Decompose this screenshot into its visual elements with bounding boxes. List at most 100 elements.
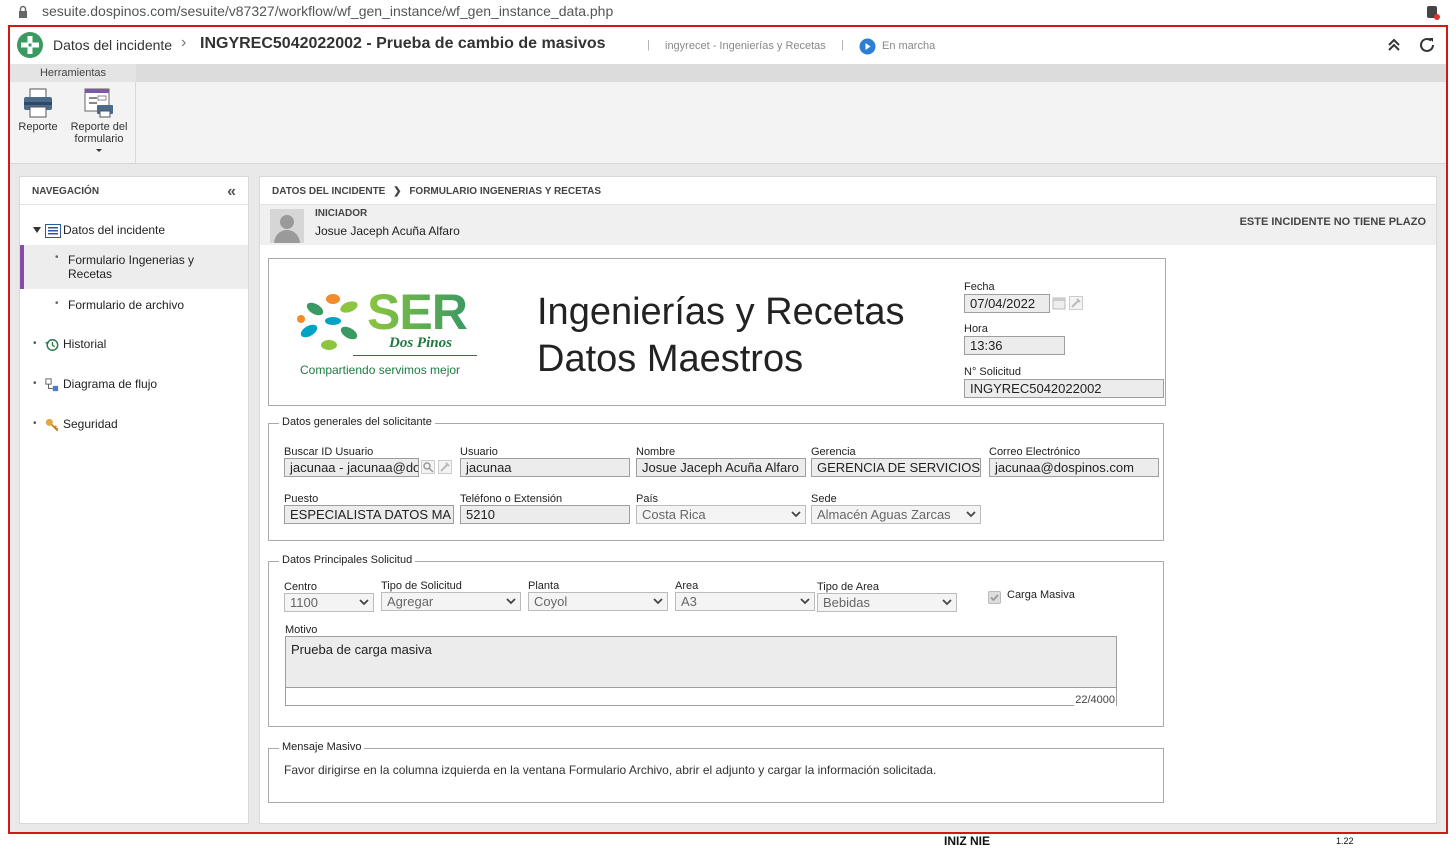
motivo-textarea[interactable]: Prueba de carga masiva 22/4000 xyxy=(285,636,1117,706)
deadline-note: ESTE INCIDENTE NO TIENE PLAZO xyxy=(1239,216,1426,228)
clear-field-icon[interactable] xyxy=(1069,296,1083,310)
buscar-label: Buscar ID Usuario xyxy=(284,446,374,458)
nombre-label: Nombre xyxy=(636,446,676,458)
collapse-up-icon[interactable] xyxy=(1386,37,1402,53)
puesto-field[interactable]: ESPECIALISTA DATOS MA xyxy=(284,505,454,524)
url-text[interactable]: sesuite.dospinos.com/sesuite/v87327/work… xyxy=(42,3,613,19)
chevron-down-icon xyxy=(966,511,976,518)
nav-label: Datos del incidente xyxy=(63,223,166,237)
extension-icon[interactable] xyxy=(1426,4,1440,20)
divider: | xyxy=(841,39,844,51)
chevron-down-icon xyxy=(791,511,801,518)
nav-item-file-form[interactable]: • Formulario de archivo xyxy=(20,297,248,317)
sede-select[interactable]: Almacén Aguas Zarcas xyxy=(811,505,981,524)
logo-underline xyxy=(353,355,477,356)
list-icon xyxy=(45,224,61,238)
content-panel: DATOS DEL INCIDENTE ❯ FORMULARIO INGENER… xyxy=(259,176,1437,824)
tipo-solicitud-select[interactable]: Agregar xyxy=(381,592,521,611)
gerencia-field[interactable]: GERENCIA DE SERVICIOS xyxy=(811,458,981,477)
buscar-field[interactable]: jacunaa - jacunaa@dos xyxy=(284,458,419,477)
area-select[interactable]: A3 xyxy=(675,592,815,611)
carga-masiva-checkbox[interactable] xyxy=(988,591,1001,604)
chevron-down-icon xyxy=(359,599,369,606)
content-breadcrumb: DATOS DEL INCIDENTE ❯ FORMULARIO INGENER… xyxy=(260,177,1436,205)
section-applicant: Datos generales del solicitante Buscar I… xyxy=(268,416,1164,541)
char-counter: 22/4000 xyxy=(1074,694,1116,706)
nav-label: Diagrama de flujo xyxy=(63,377,158,391)
usuario-field[interactable]: jacunaa xyxy=(460,458,630,477)
solicitud-field[interactable]: INGYREC5042022002 xyxy=(964,379,1164,398)
fecha-field[interactable]: 07/04/2022 xyxy=(964,294,1050,313)
telefono-field[interactable]: 5210 xyxy=(460,505,630,524)
breadcrumb-form[interactable]: FORMULARIO INGENERIAS Y RECETAS xyxy=(409,186,601,197)
carga-masiva-label: Carga Masiva xyxy=(1007,589,1075,601)
report-button[interactable]: Reporte xyxy=(14,88,62,133)
motivo-label: Motivo xyxy=(285,624,318,636)
planta-label: Planta xyxy=(528,580,560,592)
sede-label: Sede xyxy=(811,493,837,505)
navigation-panel: NAVEGACIÓN « Datos del incidente • Formu… xyxy=(19,176,249,824)
play-status-icon xyxy=(859,38,876,55)
bullet: • xyxy=(33,418,37,429)
correo-field[interactable]: jacunaa@dospinos.com xyxy=(989,458,1159,477)
page-title: INGYREC5042022002 - Prueba de cambio de … xyxy=(200,35,606,52)
pais-value: Costa Rica xyxy=(642,507,706,522)
dropdown-arrow-icon[interactable] xyxy=(95,148,103,154)
hora-label: Hora xyxy=(964,323,988,335)
chevron-right-icon: ❯ xyxy=(393,186,402,197)
clear-field-icon[interactable] xyxy=(438,460,452,474)
breadcrumb-incident[interactable]: Datos del incidente xyxy=(53,37,172,53)
breadcrumb-incident-data[interactable]: DATOS DEL INCIDENTE xyxy=(272,186,385,197)
initiator-bar: INICIADOR Josue Jaceph Acuña Alfaro ESTE… xyxy=(260,205,1436,245)
tipo-area-select[interactable]: Bebidas xyxy=(817,593,957,612)
mass-message-text: Favor dirigirse en la columna izquierda … xyxy=(284,763,937,777)
chevron-down-icon xyxy=(800,598,810,605)
browser-address-bar: sesuite.dospinos.com/sesuite/v87327/work… xyxy=(0,0,1456,24)
navigation-header: NAVEGACIÓN « xyxy=(20,177,248,205)
search-icon[interactable] xyxy=(421,460,435,474)
printer-icon xyxy=(24,88,52,118)
section-main-request: Datos Principales Solicitud Centro 1100 … xyxy=(268,554,1164,727)
solicitud-label: N° Solicitud xyxy=(964,366,1021,378)
ser-logo: SER Dos Pinos Compartiendo servimos mejo… xyxy=(293,284,483,381)
section-applicant-title: Datos generales del solicitante xyxy=(279,416,435,428)
report-label: Reporte xyxy=(18,121,58,133)
tipo-area-label: Tipo de Area xyxy=(817,581,879,593)
motivo-value: Prueba de carga masiva xyxy=(291,642,432,657)
ser-logo-icon xyxy=(297,294,358,350)
nav-item-form-ingenierias[interactable]: • Formulario Ingenerias y Recetas xyxy=(20,245,248,289)
status-text: En marcha xyxy=(882,40,936,52)
expand-caret-icon[interactable] xyxy=(33,227,41,233)
logo-ser-text: SER xyxy=(367,284,468,340)
refresh-icon[interactable] xyxy=(1418,36,1436,54)
form-header-box: SER Dos Pinos Compartiendo servimos mejo… xyxy=(268,258,1166,406)
form-report-button[interactable]: Reporte del formulario xyxy=(67,88,131,154)
breadcrumb-separator: › xyxy=(181,34,187,51)
form-report-label-2: formulario xyxy=(74,133,124,145)
pais-select[interactable]: Costa Rica xyxy=(636,505,806,524)
pais-label: País xyxy=(636,493,659,505)
navigation-title: NAVEGACIÓN xyxy=(32,186,100,197)
form-title: Ingenierías y Recetas Datos Maestros xyxy=(537,289,905,383)
centro-select[interactable]: 1100 xyxy=(284,593,374,612)
calendar-icon[interactable] xyxy=(1052,296,1066,310)
bullet: • xyxy=(55,298,59,309)
hora-field[interactable]: 13:36 xyxy=(964,336,1065,355)
section-mass-message: Mensaje Masivo Favor dirigirse en la col… xyxy=(268,741,1164,803)
ribbon-toolbar: Reporte Reporte del formulario xyxy=(10,82,1446,164)
tab-herramientas[interactable]: Herramientas xyxy=(10,64,136,82)
gerencia-label: Gerencia xyxy=(811,446,856,458)
ribbon-header: Herramientas xyxy=(10,64,1446,82)
centro-label: Centro xyxy=(284,581,318,593)
background-fragment-text: INIZ NIE xyxy=(944,834,991,848)
planta-select[interactable]: Coyol xyxy=(528,592,668,611)
chevron-down-icon xyxy=(506,598,516,605)
telefono-label: Teléfono o Extensión xyxy=(460,493,563,505)
form-title-line2: Datos Maestros xyxy=(537,338,804,380)
nombre-field[interactable]: Josue Jaceph Acuña Alfaro xyxy=(636,458,806,477)
flow-diagram-icon xyxy=(45,378,59,392)
app-logo-icon[interactable] xyxy=(16,31,44,59)
bottom-strip xyxy=(0,834,1456,858)
bullet: • xyxy=(33,338,37,349)
collapse-left-icon[interactable]: « xyxy=(227,183,236,201)
